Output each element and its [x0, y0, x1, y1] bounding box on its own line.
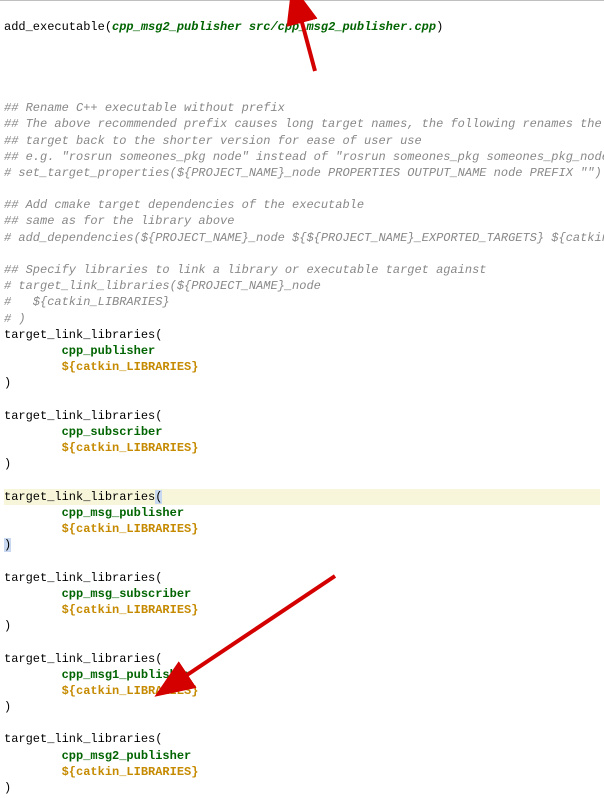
fn-target-link-libraries: target_link_libraries [4, 490, 155, 504]
comment-line: ## same as for the library above [4, 214, 234, 228]
comment-line: ## Add cmake target dependencies of the … [4, 198, 364, 212]
comment-line: # ) [4, 312, 26, 326]
tll-lib-var: catkin_LIBRARIES [76, 360, 191, 374]
tll-lib-var: catkin_LIBRARIES [76, 522, 191, 536]
comment-line: ## Rename C++ executable without prefix [4, 101, 285, 115]
comment-line: # ${catkin_LIBRARIES} [4, 295, 170, 309]
fn-target-link-libraries: target_link_libraries [4, 652, 155, 666]
fn-target-link-libraries: target_link_libraries [4, 328, 155, 342]
comment-line: # add_dependencies(${PROJECT_NAME}_node … [4, 231, 604, 245]
code-editor: add_executable(cpp_msg2_publisher src/cp… [0, 1, 604, 798]
comment-line: # set_target_properties(${PROJECT_NAME}_… [4, 166, 602, 180]
tll-target: cpp_msg1_publisher [62, 668, 192, 682]
fn-target-link-libraries: target_link_libraries [4, 732, 155, 746]
fn-add-executable: add_executable [4, 20, 105, 34]
tll-target: cpp_msg_subscriber [62, 587, 192, 601]
tll-target: cpp_msg_publisher [62, 506, 184, 520]
tll-target: cpp_publisher [62, 344, 156, 358]
tll-lib-var: catkin_LIBRARIES [76, 441, 191, 455]
tll-lib-var: catkin_LIBRARIES [76, 684, 191, 698]
comment-line: ## Specify libraries to link a library o… [4, 263, 486, 277]
tll-lib-var: catkin_LIBRARIES [76, 765, 191, 779]
comment-line: ## e.g. "rosrun someones_pkg node" inste… [4, 150, 604, 164]
fn-target-link-libraries: target_link_libraries [4, 409, 155, 423]
tll-target: cpp_subscriber [62, 425, 163, 439]
fn-target-link-libraries: target_link_libraries [4, 571, 155, 585]
add-executable-args: cpp_msg2_publisher src/cpp_msg2_publishe… [112, 20, 436, 34]
tll-target: cpp_msg2_publisher [62, 749, 192, 763]
comment-line: ## target back to the shorter version fo… [4, 134, 422, 148]
comment-line: ## The above recommended prefix causes l… [4, 117, 602, 131]
comment-line: # target_link_libraries(${PROJECT_NAME}_… [4, 279, 321, 293]
tll-lib-var: catkin_LIBRARIES [76, 603, 191, 617]
